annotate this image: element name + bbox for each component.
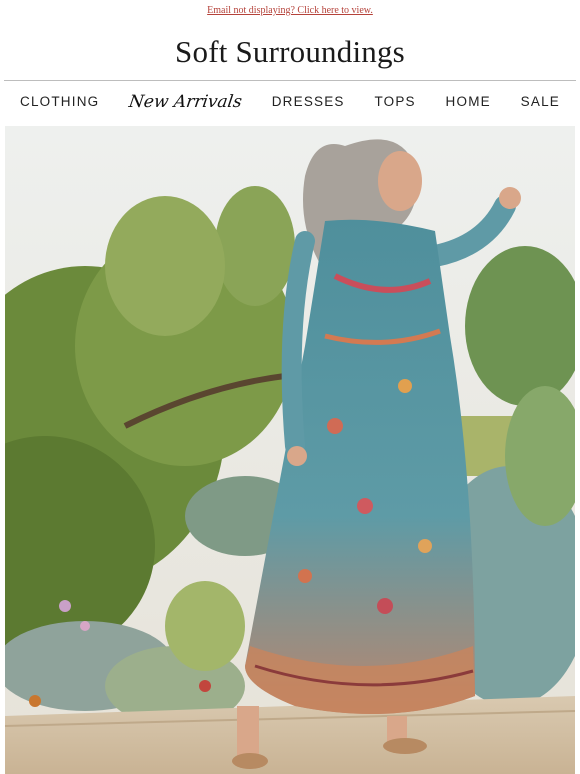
nav-new-arrivals[interactable]: New Arrivals [128,92,244,112]
nav-tops[interactable]: TOPS [374,94,415,109]
nav-home[interactable]: HOME [446,94,491,109]
hero-photo-illustration [5,126,575,774]
brand-logo[interactable]: Soft Surroundings [175,34,405,70]
nav-dresses[interactable]: DRESSES [272,94,345,109]
nav-clothing[interactable]: CLOTHING [20,94,99,109]
logo-container: Soft Surroundings [0,14,580,80]
nav-sale[interactable]: SALE [521,94,560,109]
preheader: Email not displaying? Click here to view… [0,0,580,16]
main-nav: CLOTHING New Arrivals DRESSES TOPS HOME … [0,81,580,122]
hero-image[interactable] [5,126,575,774]
view-in-browser-link[interactable]: Email not displaying? Click here to view… [207,5,373,16]
